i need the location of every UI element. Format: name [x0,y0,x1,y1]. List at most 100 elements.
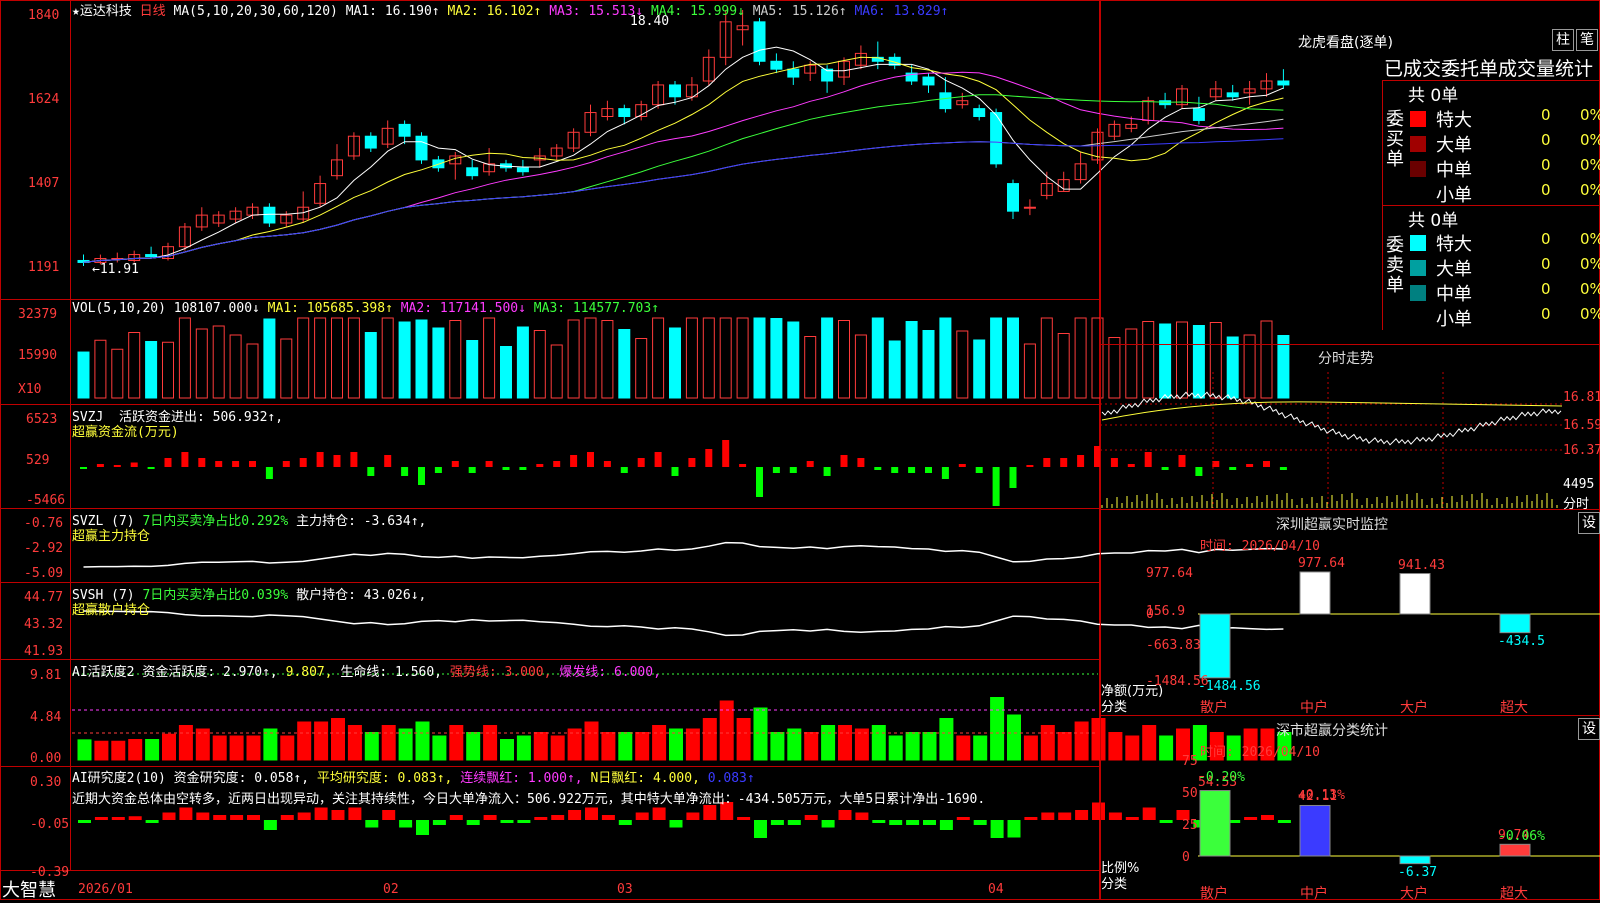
volume-bar [466,340,479,399]
research-bar [128,816,142,820]
svzj-bar [485,461,493,467]
svzj-bar [130,462,138,467]
svzj-bar [1161,467,1169,470]
active-bar [128,739,143,761]
ai-active-item: 资金活跃度: 2.970↑, [142,665,286,680]
volume-bar [432,327,445,399]
svzj-bar [367,467,375,476]
active-bar [753,707,768,761]
volume-bar [516,326,529,399]
volume-bar [838,320,850,399]
ai-research-bars [78,802,1291,838]
vol-item: MA2: 117141.500↓ [400,301,534,316]
main-y-tick: 1407 [28,176,60,191]
svzj-bar [756,467,763,497]
category-label: 超大 [1500,886,1528,902]
svzj-bar [1246,464,1254,467]
active-bar [212,735,227,761]
lhb-tab[interactable]: 统计 [1555,58,1593,80]
order-count: 0 [1541,181,1551,199]
order-count: 0 [1541,230,1551,248]
active-bar [364,732,379,761]
svzj-bar [941,467,949,479]
svzj-bar [570,455,578,467]
research-bar [297,812,311,820]
order-swatch [1410,285,1426,301]
volume-bar [162,341,174,399]
order-name: 中单 [1436,284,1472,305]
low-marker: ←11.91 [92,262,139,277]
active-bar [280,735,295,761]
order-count: 0 [1541,255,1551,273]
research-bar [923,820,936,825]
volume-bar [128,332,141,399]
svzj-bar [857,458,865,467]
vol-item: MA1: 105685.398↑ [267,301,401,316]
active-bar [1057,732,1072,761]
volume-bar [1176,321,1188,399]
candle [753,21,766,62]
active-bar [854,728,869,761]
research-bar [1058,812,1072,820]
stock-name[interactable]: ★运达科技 [72,4,132,19]
order-name: 特大 [1436,110,1472,131]
research-bar [213,815,227,820]
period-label[interactable]: 日线 [140,4,166,19]
ma-line-30 [83,94,1284,263]
candle [1277,80,1290,86]
research-bar [956,817,970,820]
svzl-path [83,541,1284,568]
volume-bar [415,319,428,399]
order-swatch [1410,161,1426,177]
svzj-bar [249,461,256,467]
category-bar [1299,804,1331,857]
category-label: 大户 [1400,886,1428,902]
svzj-bar [418,467,425,485]
sz-class-settings-button[interactable]: 设 [1578,718,1600,740]
active-bar [398,728,413,761]
vol-item: 108107.000↓ [173,301,268,316]
svzj-bar [1279,467,1287,470]
lhb-tab[interactable]: 委托单 [1441,58,1498,80]
order-name: 大单 [1436,259,1472,280]
bar-mode-button[interactable]: 柱 [1552,29,1574,51]
volume-bar [212,325,225,399]
svzj-bar [671,467,679,476]
x-axis-label: 2026/01 [78,882,133,897]
svzj-bar [113,465,121,467]
change-label: -0.06% [1498,829,1545,844]
candle [770,60,783,70]
research-bar [601,815,615,820]
kline-workspace[interactable] [0,0,1600,900]
volume-bar [1023,343,1036,399]
sell-total: 共 0单 [1408,211,1459,231]
svzj-bar [265,467,273,479]
order-pct: 0% [1580,230,1600,248]
ma-item: MA5: 15.126↑ [752,4,855,19]
brand-logo[interactable]: 大智慧 [2,876,56,902]
volume-bar [1074,317,1087,399]
research-bar [331,810,345,820]
research-bar [78,820,91,823]
pen-mode-button[interactable]: 笔 [1576,29,1598,51]
active-bar [990,697,1005,761]
research-bar [517,820,531,823]
volume-bar [584,317,597,399]
svzj-bar [1026,465,1034,467]
lhb-tab[interactable]: 已成交 [1384,58,1441,80]
lhb-tab[interactable]: 成交量 [1498,58,1555,80]
order-pct: 0% [1580,106,1600,124]
active-bar [804,732,819,761]
vol-y-tick: 15990 [18,348,58,363]
category-label: 散户 [1200,700,1228,716]
active-bar [905,732,920,761]
ai-comment: 近期大资金总体由空转多，近两日出现异动，关注其持续性，今日大单净流入：506.9… [72,792,986,807]
research-y-tick: 0.30 [30,775,62,790]
svzj-bar [925,467,932,473]
sz-monitor-settings-button[interactable]: 设 [1578,512,1600,534]
research-bar [990,820,1004,838]
sz-monitor-chart [1198,571,1600,679]
svzj-bar [1229,467,1237,470]
ai-research-item: 连续飘红: 1.000↑, [460,771,591,786]
active-bar [263,728,278,761]
